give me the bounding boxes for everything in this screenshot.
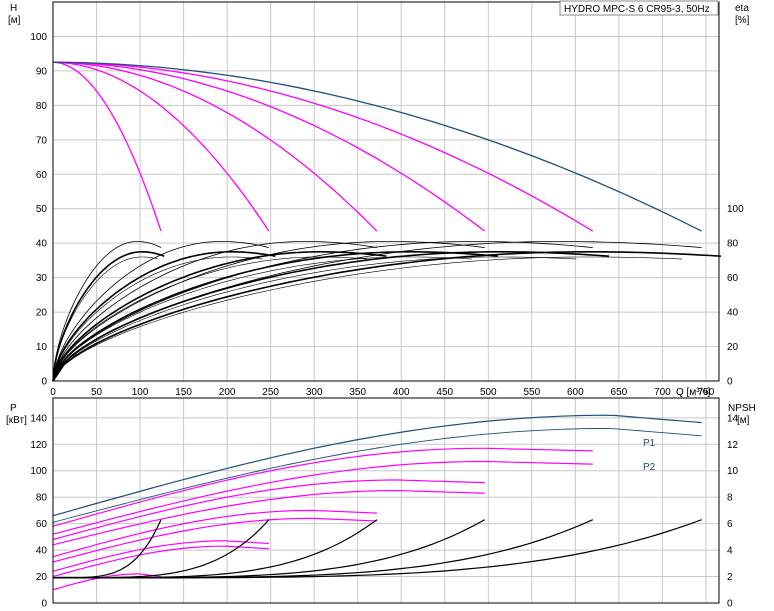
- x-tick-label: 600: [567, 387, 584, 398]
- p-tick-label: 80: [36, 493, 48, 504]
- tick-layer: 0 50 100 150 200 250 300 350 400 450 500 550 600 650 7…: [30, 32, 744, 610]
- x-tick-label: 50: [91, 387, 103, 398]
- p-tick-label: 100: [30, 466, 47, 477]
- chart-title: HYDRO MPC-S 6 CR95-3, 50Hz: [564, 4, 710, 15]
- npsh-axis-unit: [м]: [737, 415, 750, 426]
- h-tick-label: 30: [36, 273, 48, 284]
- x-tick-label: 100: [132, 387, 149, 398]
- qh-curve-reduced: [52, 61, 486, 232]
- h-tick-label: 70: [36, 135, 48, 146]
- x-tick-label: 350: [349, 387, 366, 398]
- eta-curve-thin: [52, 256, 577, 382]
- npsh-curve: [53, 519, 486, 579]
- h-tick-label: 20: [36, 308, 48, 319]
- power-curve-reduced: [52, 540, 269, 572]
- npsh-tick-label: 2: [727, 572, 733, 583]
- p-tick-label: 120: [30, 440, 47, 451]
- eta-tick-label: 40: [727, 308, 739, 319]
- x-tick-label: 400: [393, 387, 410, 398]
- p-axis-unit: [кВт]: [6, 415, 27, 426]
- npsh-curve: [53, 519, 162, 579]
- x-tick-label: 700: [654, 387, 671, 398]
- eta-curve-bold: [52, 251, 610, 382]
- eta-curve: [52, 241, 485, 382]
- h-axis-unit: [м]: [8, 15, 21, 26]
- npsh-tick-label: 6: [727, 519, 733, 530]
- h-tick-label: 80: [36, 101, 48, 112]
- p-tick-label: 0: [41, 599, 47, 610]
- p2-label: P2: [643, 462, 656, 473]
- power-curve-reduced: [52, 479, 485, 541]
- eta-tick-label: 0: [727, 377, 733, 388]
- eta-curve-thin: [52, 256, 472, 382]
- eta-tick-label: 80: [727, 239, 739, 250]
- eta-curve: [52, 241, 269, 382]
- qh-curve-full-speed: [52, 61, 702, 232]
- eta-curve-thin: [52, 256, 683, 382]
- x-tick-label: 300: [306, 387, 323, 398]
- eta-tick-label: 100: [727, 204, 744, 215]
- power-curve-reduced: [52, 517, 377, 563]
- h-tick-label: 60: [36, 170, 48, 181]
- h-tick-label: 50: [36, 204, 48, 215]
- npsh-axis-label: NPSH: [728, 403, 756, 414]
- p1-curve: [52, 414, 702, 517]
- power-curve-reduced: [52, 447, 593, 527]
- curve-layer: [52, 61, 722, 591]
- x-tick-label: 0: [50, 387, 56, 398]
- npsh-tick-label: 0: [727, 599, 733, 610]
- pump-performance-chart: 0 50 100 150 200 250 300 350 400 450 500 550 600 650 7…: [6, 0, 756, 610]
- x-tick-label: 200: [219, 387, 236, 398]
- p-tick-label: 20: [36, 572, 48, 583]
- h-tick-label: 10: [36, 342, 48, 353]
- x-tick-label: 150: [175, 387, 192, 398]
- x-tick-label: 500: [480, 387, 497, 398]
- qh-curve-reduced: [52, 61, 270, 232]
- eta-curve: [52, 241, 702, 382]
- x-tick-label: 250: [262, 387, 279, 398]
- p-tick-label: 60: [36, 519, 48, 530]
- h-tick-label: 0: [41, 377, 47, 388]
- npsh-curve: [53, 519, 702, 579]
- npsh-tick-label: 4: [727, 546, 733, 557]
- p-tick-label: 40: [36, 546, 48, 557]
- eta-curve-bold: [52, 251, 722, 382]
- eta-axis-unit: [%]: [735, 15, 750, 26]
- p-tick-label: 140: [30, 413, 47, 424]
- npsh-tick-label: 8: [727, 493, 733, 504]
- qh-curve-reduced: [52, 61, 162, 232]
- h-axis-label: H: [10, 3, 17, 14]
- npsh-tick-label: 12: [727, 440, 739, 451]
- h-tick-label: 40: [36, 239, 48, 250]
- eta-curve: [52, 241, 377, 382]
- x-tick-label: 550: [523, 387, 540, 398]
- p2-curve: [52, 427, 702, 523]
- x-tick-label: 650: [611, 387, 628, 398]
- npsh-tick-label: 10: [727, 466, 739, 477]
- h-tick-label: 100: [30, 32, 47, 43]
- eta-curve-bold: [52, 251, 498, 382]
- q-axis-label: Q [м³/ч]: [676, 387, 711, 398]
- x-tick-label: 450: [436, 387, 453, 398]
- eta-axis-label: eta: [735, 3, 749, 14]
- p-axis-label: P: [10, 403, 17, 414]
- p1-label: P1: [643, 438, 656, 449]
- eta-tick-label: 20: [727, 342, 739, 353]
- npsh-curve: [53, 519, 594, 579]
- eta-tick-label: 60: [727, 273, 739, 284]
- h-tick-label: 90: [36, 66, 48, 77]
